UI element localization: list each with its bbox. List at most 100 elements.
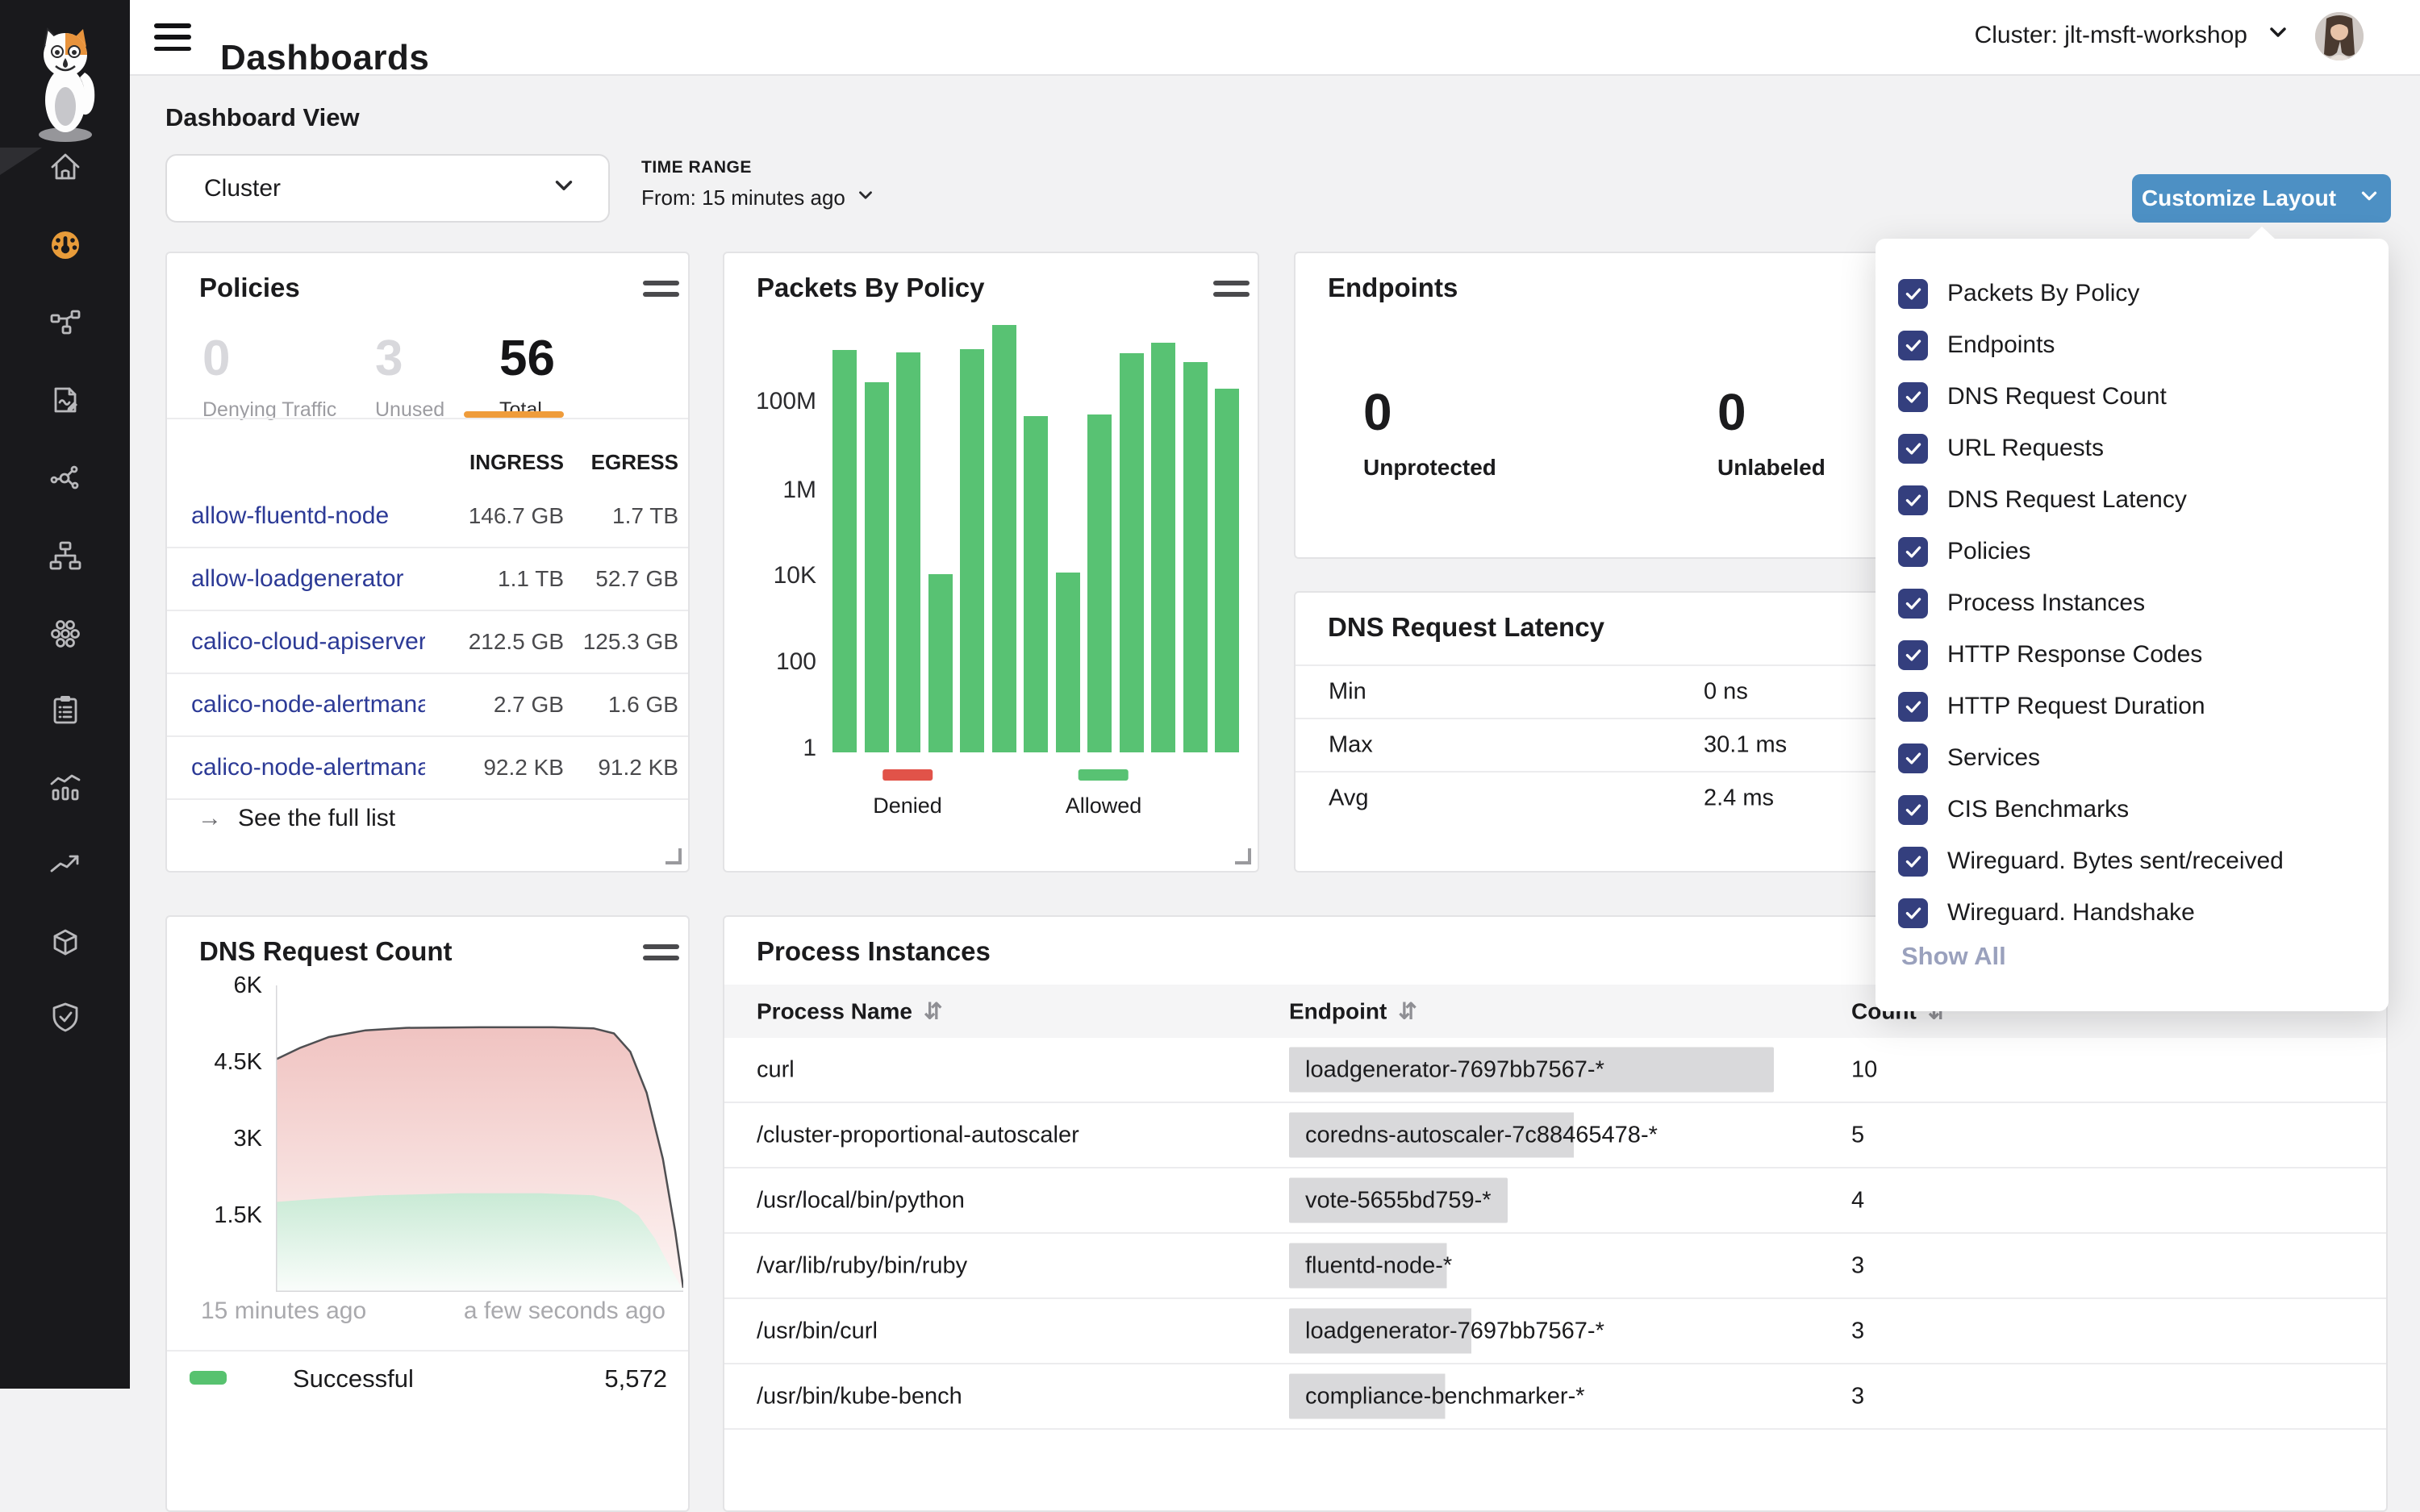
process-row[interactable]: /var/lib/ruby/bin/ruby fluentd-node-* 3 <box>724 1234 2386 1299</box>
allowed-bar[interactable] <box>992 325 1016 752</box>
sidebar-item-service-graph[interactable] <box>0 297 130 348</box>
hamburger-menu-icon[interactable] <box>154 21 191 53</box>
checkbox-checked-icon[interactable] <box>1898 331 1928 360</box>
sidebar-item-statistics[interactable] <box>0 761 130 813</box>
dashboard-view-select[interactable]: Cluster <box>165 154 610 223</box>
checkbox-checked-icon[interactable] <box>1898 485 1928 515</box>
menu-item-url-requests[interactable]: URL Requests <box>1898 431 2104 466</box>
process-row[interactable]: /usr/local/bin/python vote-5655bd759-* 4 <box>724 1168 2386 1234</box>
menu-item-wireguard-handshake[interactable]: Wireguard. Handshake <box>1898 895 2195 931</box>
checkbox-checked-icon[interactable] <box>1898 537 1928 567</box>
checkbox-checked-icon[interactable] <box>1898 898 1928 928</box>
allowed-bar[interactable] <box>832 350 857 752</box>
sort-endpoint[interactable]: Endpoint⇵ <box>1289 998 1417 1025</box>
process-count: 5 <box>1851 1122 1864 1148</box>
packets-by-policy-card: Packets By Policy 100M1M10K1001 DeniedAl… <box>723 252 1259 873</box>
checkbox-checked-icon[interactable] <box>1898 279 1928 309</box>
legend-denied[interactable]: Denied <box>873 769 942 818</box>
menu-item-dns-request-latency[interactable]: DNS Request Latency <box>1898 482 2187 518</box>
user-avatar[interactable] <box>2315 12 2364 60</box>
allowed-bar[interactable] <box>1151 343 1175 752</box>
policy-row: calico-node-alertmana… 92.2 KB 91.2 KB <box>167 737 688 800</box>
legend-swatch <box>190 1371 227 1385</box>
customize-layout-button[interactable]: Customize Layout <box>2132 174 2391 223</box>
process-row[interactable]: /cluster-proportional-autoscaler coredns… <box>724 1103 2386 1168</box>
policy-link[interactable]: calico-node-alertmana… <box>191 691 425 719</box>
allowed-bar[interactable] <box>960 349 984 752</box>
checkbox-checked-icon[interactable] <box>1898 795 1928 825</box>
menu-item-dns-request-count[interactable]: DNS Request Count <box>1898 379 2167 414</box>
allowed-bar[interactable] <box>1087 414 1112 752</box>
process-row[interactable]: curl loadgenerator-7697bb7567-* 10 <box>724 1038 2386 1103</box>
checkbox-checked-icon[interactable] <box>1898 382 1928 412</box>
menu-item-process-instances[interactable]: Process Instances <box>1898 585 2145 621</box>
checkbox-checked-icon[interactable] <box>1898 744 1928 773</box>
sidebar-item-trends[interactable] <box>0 838 130 889</box>
legend-allowed[interactable]: Allowed <box>1066 769 1142 818</box>
menu-item-http-request-duration[interactable]: HTTP Request Duration <box>1898 689 2205 724</box>
policy-link[interactable]: allow-loadgenerator <box>191 565 404 593</box>
allowed-bar[interactable] <box>1183 362 1208 752</box>
stat-total[interactable]: 56 Total <box>499 334 555 422</box>
drag-handle-icon[interactable] <box>643 944 679 960</box>
policy-egress: 1.6 GB <box>608 692 678 718</box>
menu-item-wireguard-bytes-sent-received[interactable]: Wireguard. Bytes sent/received <box>1898 843 2284 879</box>
cluster-switcher[interactable]: Cluster: jlt-msft-workshop <box>1975 19 2291 52</box>
stat-unused[interactable]: 3 Unused <box>375 334 444 422</box>
chevron-down-icon <box>855 185 876 211</box>
policy-link[interactable]: calico-node-alertmana… <box>191 754 425 781</box>
endpoint-chip: fluentd-node-* <box>1289 1243 1468 1288</box>
allowed-bar[interactable] <box>1120 353 1144 752</box>
checkbox-checked-icon[interactable] <box>1898 434 1928 464</box>
menu-item-services[interactable]: Services <box>1898 740 2040 776</box>
process-row[interactable]: /usr/bin/curl loadgenerator-7697bb7567-*… <box>724 1299 2386 1364</box>
allowed-bar[interactable] <box>896 352 920 752</box>
policy-link[interactable]: allow-fluentd-node <box>191 502 389 530</box>
y-tick: 10K <box>736 562 816 589</box>
sidebar-item-home[interactable] <box>0 141 130 193</box>
checkbox-checked-icon[interactable] <box>1898 640 1928 670</box>
sidebar-item-compliance[interactable] <box>0 684 130 735</box>
allowed-bar[interactable] <box>865 382 889 752</box>
resize-handle[interactable] <box>666 848 682 864</box>
endpoints-card-title: Endpoints <box>1328 273 1458 303</box>
sidebar <box>0 0 130 1389</box>
allowed-bar[interactable] <box>1024 416 1048 752</box>
compliance-icon <box>48 692 83 727</box>
show-all-link[interactable]: Show All <box>1901 942 2006 971</box>
sort-process-name[interactable]: Process Name⇵ <box>757 998 942 1025</box>
sidebar-item-workloads[interactable] <box>0 606 130 658</box>
menu-item-policies[interactable]: Policies <box>1898 534 2030 569</box>
sidebar-item-dashboards[interactable] <box>0 219 130 271</box>
time-range-value[interactable]: From: 15 minutes ago <box>641 185 876 211</box>
process-card-title: Process Instances <box>757 936 991 967</box>
sidebar-item-packages[interactable] <box>0 915 130 967</box>
allowed-bar[interactable] <box>1056 573 1080 752</box>
process-name: /cluster-proportional-autoscaler <box>757 1122 1079 1148</box>
allowed-bar[interactable] <box>1215 389 1239 752</box>
menu-item-cis-benchmarks[interactable]: CIS Benchmarks <box>1898 792 2129 827</box>
menu-item-endpoints[interactable]: Endpoints <box>1898 327 2055 363</box>
process-row[interactable]: /usr/bin/kube-bench compliance-benchmark… <box>724 1364 2386 1430</box>
menu-item-http-response-codes[interactable]: HTTP Response Codes <box>1898 637 2202 673</box>
see-full-list-link[interactable]: → See the full list <box>198 805 395 832</box>
sidebar-item-topology[interactable] <box>0 530 130 581</box>
legend-row-successful[interactable]: Successful 5,572 <box>167 1352 688 1408</box>
allowed-bar[interactable] <box>928 574 953 752</box>
drag-handle-icon[interactable] <box>643 281 679 297</box>
checkbox-checked-icon[interactable] <box>1898 589 1928 619</box>
menu-item-packets-by-policy[interactable]: Packets By Policy <box>1898 276 2139 311</box>
checkbox-checked-icon[interactable] <box>1898 692 1928 722</box>
sidebar-item-policies[interactable] <box>0 374 130 426</box>
policy-egress: 1.7 TB <box>612 503 678 529</box>
calico-cat-logo[interactable] <box>28 16 102 148</box>
packages-icon <box>48 923 83 959</box>
resize-handle[interactable] <box>1235 848 1251 864</box>
x-axis-label-start: 15 minutes ago <box>201 1297 366 1325</box>
checkbox-checked-icon[interactable] <box>1898 847 1928 877</box>
sidebar-item-threat-defense[interactable] <box>0 991 130 1043</box>
y-tick: 4.5K <box>190 1049 262 1076</box>
stat-denying-traffic[interactable]: 0 Denying Traffic <box>202 334 336 422</box>
policy-link[interactable]: calico-cloud-apiserver-… <box>191 628 425 656</box>
sidebar-item-network[interactable] <box>0 452 130 504</box>
